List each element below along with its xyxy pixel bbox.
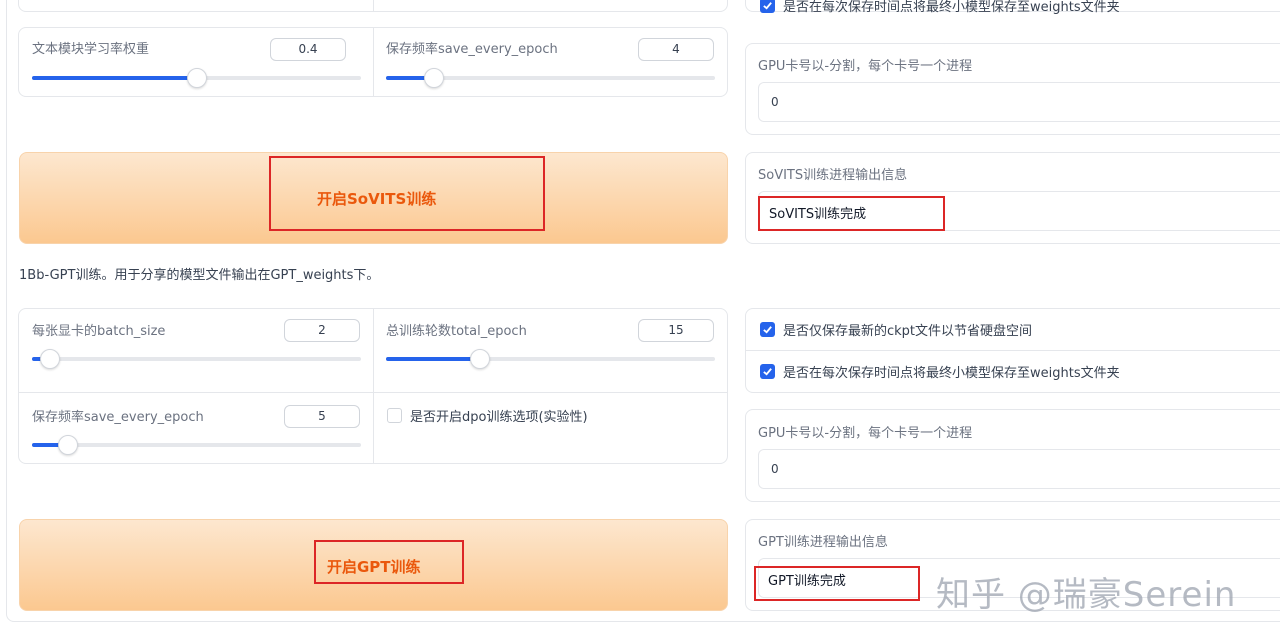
slider-thumb[interactable] xyxy=(470,349,490,369)
gpt-output-value: GPT训练完成 xyxy=(768,574,846,589)
gpt-section-description: 1Bb-GPT训练。用于分享的模型文件输出在GPT_weights下。 xyxy=(19,268,380,283)
text-lr-input[interactable]: 0.4 xyxy=(270,38,346,61)
latest-ckpt-checkbox[interactable]: 是否仅保存最新的ckpt文件以节省硬盘空间 xyxy=(760,320,1032,339)
sovits-save-every-slider[interactable] xyxy=(386,68,715,88)
gpt-save-every-slider[interactable] xyxy=(32,435,361,455)
dpo-label: 是否开启dpo训练选项(实验性) xyxy=(410,410,588,425)
gpt-params-row-divider xyxy=(18,392,728,393)
sovits-gpu-input[interactable]: 0 xyxy=(758,82,1280,122)
gpt-weights-label: 是否在每次保存时间点将最终小模型保存至weights文件夹 xyxy=(783,366,1120,381)
check-icon xyxy=(760,322,775,337)
check-icon xyxy=(760,364,775,379)
latest-ckpt-label: 是否仅保存最新的ckpt文件以节省硬盘空间 xyxy=(783,324,1033,339)
gpt-options-divider xyxy=(745,350,1280,351)
sovits-save-every-label: 保存频率save_every_epoch xyxy=(386,42,558,57)
text-lr-slider[interactable] xyxy=(32,68,361,88)
watermark: 知乎 @瑞豪Serein xyxy=(936,575,1237,615)
total-epoch-label: 总训练轮数total_epoch xyxy=(386,324,527,339)
batch-size-label: 每张显卡的batch_size xyxy=(32,324,166,339)
start-gpt-label: 开启GPT训练 xyxy=(327,558,421,576)
text-lr-label: 文本模块学习率权重 xyxy=(32,42,150,57)
gpt-weights-checkbox[interactable]: 是否在每次保存时间点将最终小模型保存至weights文件夹 xyxy=(760,362,1120,381)
sovits-save-every-input[interactable]: 4 xyxy=(638,38,714,61)
slider-thumb[interactable] xyxy=(40,349,60,369)
start-sovits-label: 开启SoVITS训练 xyxy=(317,190,437,208)
check-icon xyxy=(760,0,775,13)
dpo-checkbox[interactable]: 是否开启dpo训练选项(实验性) xyxy=(387,406,588,425)
sovits-gpu-label: GPU卡号以-分割，每个卡号一个进程 xyxy=(758,59,973,74)
gpt-params-divider xyxy=(373,308,374,464)
top-weights-checkbox[interactable]: 是否在每次保存时间点将最终小模型保存至weights文件夹 xyxy=(760,0,1120,15)
sovits-params-divider xyxy=(373,27,374,97)
batch-size-slider[interactable] xyxy=(32,349,361,369)
slider-thumb[interactable] xyxy=(187,68,207,88)
gpt-save-every-input[interactable]: 5 xyxy=(284,405,360,428)
gpt-output-label: GPT训练进程输出信息 xyxy=(758,535,888,550)
batch-size-input[interactable]: 2 xyxy=(284,319,360,342)
slider-thumb[interactable] xyxy=(58,435,78,455)
sovits-output-value: SoVITS训练完成 xyxy=(769,207,867,222)
gpt-gpu-label: GPU卡号以-分割，每个卡号一个进程 xyxy=(758,426,973,441)
top-clipped-divider xyxy=(373,0,374,12)
gpt-gpu-input[interactable]: 0 xyxy=(758,449,1280,489)
total-epoch-slider[interactable] xyxy=(386,349,715,369)
sovits-output-label: SoVITS训练进程输出信息 xyxy=(758,168,908,183)
total-epoch-input[interactable]: 15 xyxy=(638,319,714,342)
checkbox-empty-icon xyxy=(387,408,402,423)
slider-thumb[interactable] xyxy=(424,68,444,88)
gpt-save-every-label: 保存频率save_every_epoch xyxy=(32,410,204,425)
top-weights-label: 是否在每次保存时间点将最终小模型保存至weights文件夹 xyxy=(783,0,1120,15)
